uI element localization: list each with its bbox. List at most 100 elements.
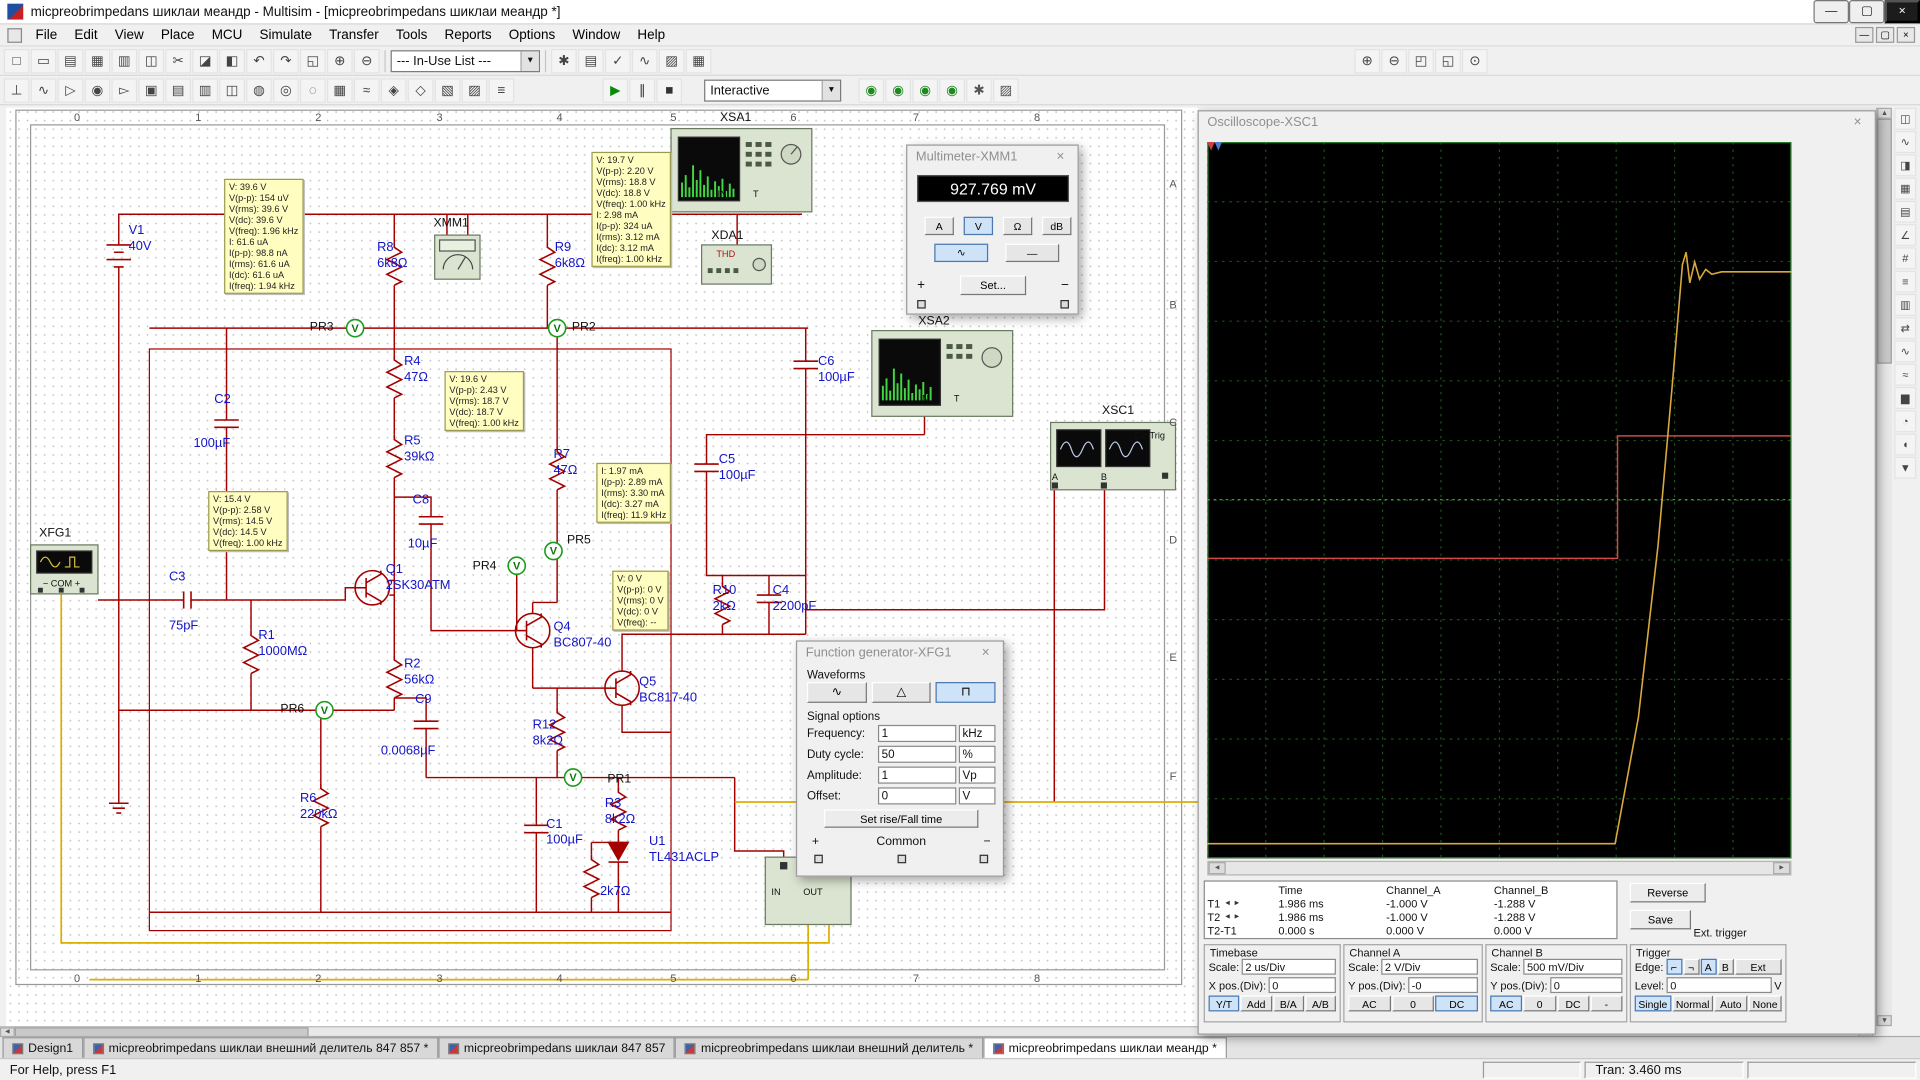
multimeter-icon[interactable]: ◫ [1894,108,1916,130]
set-button[interactable]: Set... [960,276,1026,296]
component-label[interactable]: 100µF [193,436,230,452]
voltage-probe[interactable]: V [545,542,562,559]
voltage-probe[interactable]: V [564,769,581,786]
current-probe-icon[interactable]: ◉ [885,78,911,102]
current-clamp-icon[interactable]: ◖ [1894,433,1916,455]
grapher-icon[interactable]: ∿ [632,48,658,72]
voltage-probe-icon[interactable]: ◉ [858,78,884,102]
zoom-in-icon[interactable]: ⊕ [327,48,353,72]
waveform-button[interactable]: ⊓ [936,682,996,703]
trigger-mode-button[interactable]: Normal [1672,996,1713,1012]
field-unit[interactable]: % [959,746,996,763]
component-label[interactable]: R102kΩ [713,583,737,615]
place-source-icon[interactable]: ⊥ [4,78,30,102]
undo-icon[interactable]: ↶ [246,48,272,72]
trigger-edge-button[interactable]: B [1717,959,1733,975]
component-label[interactable]: C5100µF [719,452,756,484]
component-label[interactable]: R6220kΩ [300,791,338,823]
menu-item[interactable]: Window [564,25,629,45]
trigger-level-field[interactable]: 0 [1667,977,1772,993]
wizard-icon[interactable]: ✱ [551,48,577,72]
multimeter-titlebar[interactable]: Multimeter-XMM1 × [907,146,1077,168]
timebase-mode-button[interactable]: Y/T [1209,996,1240,1012]
word-generator-icon[interactable]: ≡ [1894,271,1916,293]
trigger-mode-button[interactable]: Single [1635,996,1671,1012]
place-hierarchy-icon[interactable]: ▨ [462,78,488,102]
chevron-down-icon[interactable]: ▼ [520,51,538,71]
scope-hscrollbar[interactable]: ◄ ► [1207,861,1791,876]
mdi-restore-button[interactable]: ▢ [1876,27,1894,43]
place-diode-icon[interactable]: ▷ [58,78,84,102]
logic-converter-icon[interactable]: ⇄ [1894,317,1916,339]
menu-item[interactable]: Tools [387,25,436,45]
field-input[interactable]: 50 [878,746,956,763]
component-label[interactable]: 75pF [169,618,198,634]
cut-icon[interactable]: ✂ [165,48,191,72]
channel-b-ypos-field[interactable]: 0 [1550,977,1622,993]
component-label[interactable]: V140V [129,223,152,255]
channel-b-coupling-button[interactable]: 0 [1524,996,1556,1012]
trigger-edge-button[interactable]: A [1700,959,1716,975]
channel-a-scale-field[interactable]: 2 V/Div [1381,959,1478,975]
run-button[interactable]: ▶ [602,78,628,102]
timebase-mode-button[interactable]: B/A [1273,996,1304,1012]
pause-button[interactable]: ∥ [629,78,655,102]
voltage-probe[interactable]: V [549,320,566,337]
menu-item[interactable]: Reports [436,25,500,45]
component-label[interactable]: C9 [415,692,431,708]
simulation-profile-combo[interactable]: Interactive ▼ [704,79,841,101]
waveform-button[interactable]: ∿ [807,682,867,703]
place-mcu-icon[interactable]: ▧ [435,78,461,102]
component-label[interactable]: R747Ω [553,447,577,479]
document-tab[interactable]: micpreobrimpedans шиклаи меандр * [983,1037,1227,1058]
wattmeter-icon[interactable]: ◨ [1894,154,1916,176]
voltage-probe[interactable]: V [508,557,525,574]
print-preview-icon[interactable]: ◫ [138,48,164,72]
place-ttl-icon[interactable]: ▣ [138,78,164,102]
field-input[interactable]: 1 [878,767,956,784]
component-label[interactable]: C6100µF [818,354,855,386]
open-file-icon[interactable]: ▭ [31,48,57,72]
spectrum-analyzer-icon[interactable]: ▆ [1894,387,1916,409]
channel-a-coupling-button[interactable]: 0 [1392,996,1434,1012]
place-basic-icon[interactable]: ∿ [31,78,57,102]
component-label[interactable]: C42200pF [773,583,817,615]
common-terminal[interactable] [897,855,906,864]
component-label[interactable]: R86k8Ω [377,240,407,272]
erc-check-icon[interactable]: ✓ [605,48,631,72]
save-button[interactable]: Save [1630,910,1691,930]
place-peripherals-icon[interactable]: ▦ [327,78,353,102]
menu-item[interactable]: Help [629,25,674,45]
document-tab[interactable]: micpreobrimpedans шиклаи внешний делител… [675,1037,983,1058]
close-button[interactable]: × [1884,0,1920,23]
menu-item[interactable]: View [106,25,152,45]
function-generator-titlebar[interactable]: Function generator-XFG1 × [797,642,1003,664]
component-label[interactable]: Q5BC817-40 [639,675,697,707]
four-channel-oscilloscope-icon[interactable]: ▤ [1894,201,1916,223]
component-label[interactable]: Q12SK30ATM [386,562,451,594]
frequency-counter-icon[interactable]: # [1894,247,1916,269]
channel-a-ypos-field[interactable]: -0 [1408,977,1478,993]
print-icon[interactable]: ▥ [111,48,137,72]
document-tab[interactable]: micpreobrimpedans шиклаи 847 857 [438,1037,675,1058]
close-icon[interactable]: × [977,645,994,660]
minus-terminal[interactable] [980,855,989,864]
oscilloscope-titlebar[interactable]: Oscilloscope-XSC1 × [1199,111,1875,133]
zoom-fit-icon[interactable]: ◱ [1435,48,1461,72]
timebase-xpos-field[interactable]: 0 [1269,977,1336,993]
stop-button[interactable]: ■ [656,78,682,102]
new-file-icon[interactable]: □ [4,48,30,72]
place-electromech-icon[interactable]: ◈ [381,78,407,102]
minus-terminal[interactable] [1060,300,1069,309]
open-sample-icon[interactable]: ▤ [58,48,84,72]
zoom-out-icon[interactable]: ⊖ [1381,48,1407,72]
power-probe-icon[interactable]: ◉ [912,78,938,102]
component-label[interactable]: U1TL431ACLP [649,834,719,866]
field-unit[interactable]: kHz [959,725,996,742]
close-icon[interactable]: × [1052,149,1069,164]
component-label[interactable]: C2 [214,392,230,408]
place-bus-icon[interactable]: ≡ [489,78,515,102]
channel-b-coupling-button[interactable]: DC [1557,996,1589,1012]
place-misc-icon[interactable]: ◌ [300,78,326,102]
timebase-mode-button[interactable]: A/B [1305,996,1336,1012]
